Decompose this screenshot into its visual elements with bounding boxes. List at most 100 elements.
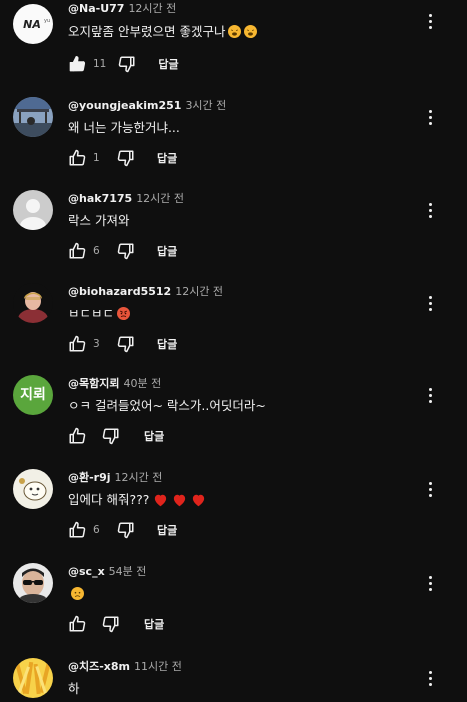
comment-text-row: ㅂㄷㅂㄷ <box>68 306 131 322</box>
comment-author[interactable]: @sc_x <box>68 565 105 578</box>
reply-button[interactable]: 답글 <box>158 56 178 72</box>
more-vert-icon-dot <box>428 121 432 125</box>
thumbs-up-icon <box>68 149 86 167</box>
reply-button[interactable]: 답글 <box>144 428 164 444</box>
more-vert-icon <box>428 387 432 391</box>
comment-text-row: 입에다 해줘??? <box>68 492 206 511</box>
more-actions-button[interactable] <box>421 477 439 501</box>
dislike-button[interactable] <box>115 520 137 540</box>
thumbs-down-icon <box>117 149 135 167</box>
comment-actions: 답글 <box>66 614 164 634</box>
more-vert-icon <box>428 109 432 113</box>
comment-actions: 3 답글 <box>66 334 177 354</box>
tired-face-emoji <box>228 25 242 38</box>
thumbs-up-icon <box>68 242 86 260</box>
reply-button[interactable]: 답글 <box>157 150 177 166</box>
comment-text-row: 하 <box>68 681 80 697</box>
comment-text: 오지랖좀 안부렸으면 좋겠구나 <box>68 24 226 39</box>
comment-author[interactable]: @환-r9j <box>68 471 111 484</box>
more-vert-icon-dot <box>428 676 432 680</box>
avatar[interactable] <box>13 190 53 230</box>
comment-time[interactable]: 3시간 전 <box>185 99 226 112</box>
like-count: 11 <box>93 58 107 70</box>
more-vert-icon-dot <box>428 301 432 305</box>
more-vert-icon-dot <box>428 682 432 686</box>
more-vert-icon <box>428 670 432 674</box>
dislike-button[interactable] <box>115 148 137 168</box>
more-actions-button[interactable] <box>421 291 439 315</box>
comment-time[interactable]: 40분 전 <box>123 377 161 390</box>
more-actions-button[interactable] <box>421 9 439 33</box>
more-vert-icon-dot <box>428 587 432 591</box>
more-actions-button[interactable] <box>421 105 439 129</box>
dislike-button[interactable] <box>116 54 138 74</box>
like-button[interactable] <box>66 614 88 634</box>
like-button[interactable] <box>66 426 88 446</box>
like-button[interactable] <box>66 520 88 540</box>
more-vert-icon-dot <box>428 307 432 311</box>
comment-time[interactable]: 12시간 전 <box>115 471 163 484</box>
dislike-button[interactable] <box>100 614 122 634</box>
comment-header: @sc_x 54분 전 <box>68 565 146 579</box>
more-vert-icon <box>428 481 432 485</box>
comment-header: @목함지뢰 40분 전 <box>68 377 161 391</box>
comment-author[interactable]: @치즈-x8m <box>68 660 130 673</box>
dislike-button[interactable] <box>100 426 122 446</box>
reply-button[interactable]: 답글 <box>157 522 177 538</box>
more-actions-button[interactable] <box>421 383 439 407</box>
comment-time[interactable]: 12시간 전 <box>128 2 176 15</box>
comment-text: ㅂㄷㅂㄷ <box>68 306 115 321</box>
thumbs-down-icon <box>117 335 135 353</box>
angry-face-emoji <box>117 307 131 320</box>
sad-face-emoji <box>71 587 84 600</box>
avatar[interactable] <box>13 97 53 137</box>
dislike-button[interactable] <box>115 241 137 261</box>
like-count: 6 <box>93 524 100 536</box>
like-button[interactable] <box>66 54 88 74</box>
like-count: 6 <box>93 245 100 257</box>
reply-button[interactable]: 답글 <box>144 616 164 632</box>
avatar[interactable]: NA yu <box>13 4 53 44</box>
comment-actions: 1 답글 <box>66 148 177 168</box>
like-button[interactable] <box>66 148 88 168</box>
red-heart-emoji <box>172 493 187 511</box>
reply-button[interactable]: 답글 <box>157 243 177 259</box>
more-actions-button[interactable] <box>421 666 439 690</box>
avatar[interactable] <box>13 563 53 603</box>
comment-author[interactable]: @Na-U77 <box>68 2 124 15</box>
avatar[interactable] <box>13 658 53 698</box>
comment-time[interactable]: 12시간 전 <box>136 192 184 205</box>
comment-actions: 11 답글 <box>66 54 179 74</box>
avatar[interactable] <box>13 469 53 509</box>
comment-list: NA yu @Na-U77 12시간 전 오지랖좀 안부렸으면 좋겠구나 11 답글 @you… <box>0 0 467 702</box>
more-vert-icon-dot <box>428 493 432 497</box>
tired-face-emoji <box>244 25 258 38</box>
comment-text-row: 왜 너는 가능한거냐... <box>68 120 180 136</box>
comment-time[interactable]: 11시간 전 <box>134 660 182 673</box>
red-heart-emoji <box>153 493 168 511</box>
reply-button[interactable]: 답글 <box>157 336 177 352</box>
comment-actions: 6 답글 <box>66 241 177 261</box>
like-button[interactable] <box>66 241 88 261</box>
comment-author[interactable]: @biohazard5512 <box>68 285 171 298</box>
more-vert-icon-dot <box>428 399 432 403</box>
avatar[interactable] <box>13 283 53 323</box>
thumbs-down-icon <box>102 427 120 445</box>
thumbs-down-icon <box>117 242 135 260</box>
more-vert-icon-dot <box>428 115 432 119</box>
more-actions-button[interactable] <box>421 571 439 595</box>
comment-author[interactable]: @youngjeakim251 <box>68 99 181 112</box>
more-vert-icon-dot <box>428 393 432 397</box>
more-actions-button[interactable] <box>421 198 439 222</box>
comment-time[interactable]: 54분 전 <box>109 565 147 578</box>
dislike-button[interactable] <box>115 334 137 354</box>
like-button[interactable] <box>66 334 88 354</box>
more-vert-icon <box>428 13 432 17</box>
thumbs-up-icon <box>68 427 86 445</box>
comment-time[interactable]: 12시간 전 <box>175 285 223 298</box>
comment-author[interactable]: @목함지뢰 <box>68 377 119 390</box>
avatar[interactable]: 지뢰 <box>13 375 53 415</box>
comment-text-row <box>68 586 84 602</box>
comment-text-row: ㅇㅋ 걸려들었어~ 락스가..어딧더라~ <box>68 398 266 414</box>
comment-author[interactable]: @hak7175 <box>68 192 132 205</box>
